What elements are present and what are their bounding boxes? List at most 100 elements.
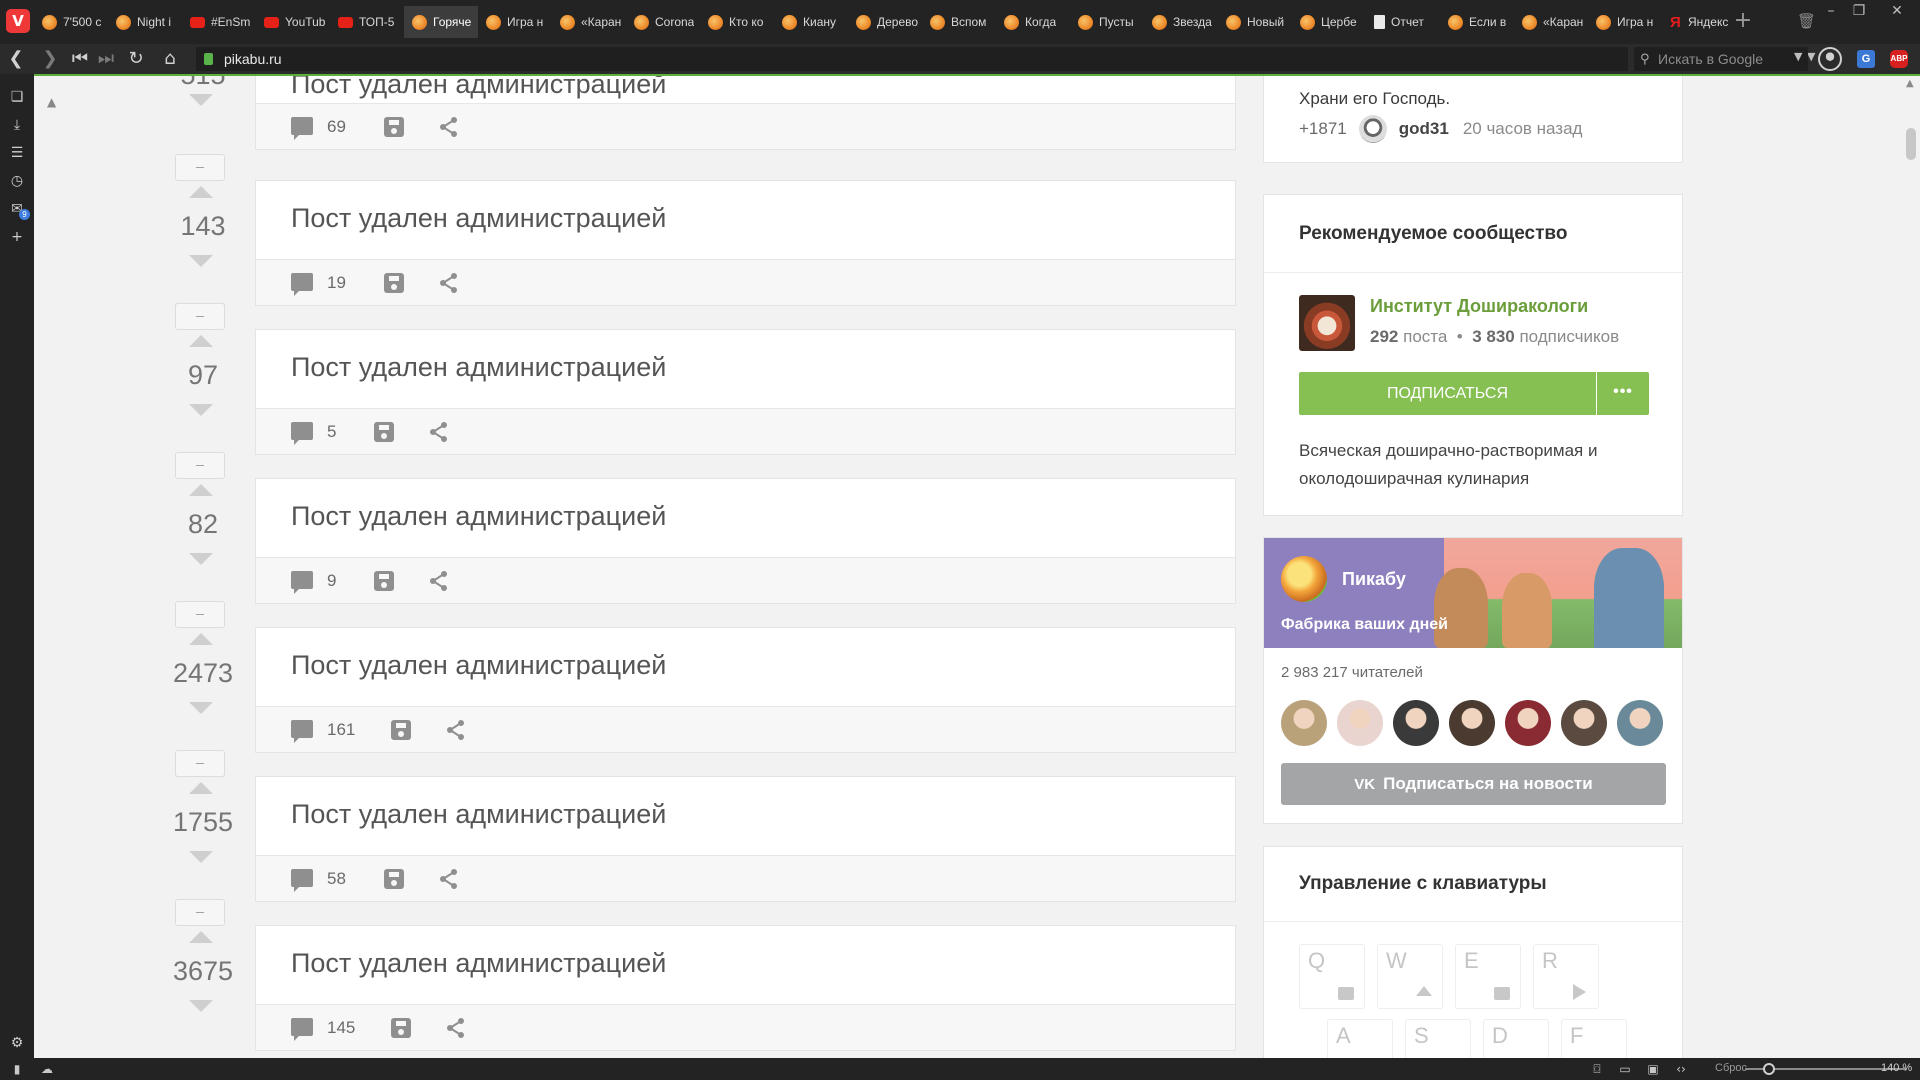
- browser-tab[interactable]: Отчет: [1366, 6, 1440, 38]
- tile-icon[interactable]: ▭: [1618, 1062, 1632, 1076]
- profile-icon[interactable]: [1818, 47, 1842, 71]
- browser-tab[interactable]: Corona: [626, 6, 700, 38]
- pikabu-logo[interactable]: [1281, 556, 1327, 602]
- vote-minus-button[interactable]: –: [175, 899, 225, 926]
- comment-icon[interactable]: [291, 869, 313, 892]
- comment-icon[interactable]: [291, 117, 313, 140]
- vote-down-icon[interactable]: [189, 702, 213, 714]
- vote-down-icon[interactable]: [189, 94, 213, 106]
- fast-forward-icon[interactable]: ⏭: [94, 49, 118, 69]
- browser-tab[interactable]: Цербе: [1292, 6, 1366, 38]
- save-icon[interactable]: [384, 869, 404, 889]
- browser-tab[interactable]: Дерево: [848, 6, 922, 38]
- vote-down-icon[interactable]: [189, 255, 213, 267]
- browser-tab[interactable]: Если в: [1440, 6, 1514, 38]
- save-icon[interactable]: [384, 273, 404, 293]
- comment-count[interactable]: 9: [327, 571, 336, 591]
- save-icon[interactable]: [374, 571, 394, 591]
- reader-avatar[interactable]: [1449, 700, 1495, 746]
- community-name[interactable]: Институт Доширакологи: [1370, 296, 1588, 317]
- vote-down-icon[interactable]: [189, 851, 213, 863]
- browser-tab[interactable]: Когда: [996, 6, 1070, 38]
- vote-up-icon[interactable]: [189, 335, 213, 347]
- browser-tab[interactable]: Вспом: [922, 6, 996, 38]
- browser-tab[interactable]: «Каран: [1514, 6, 1588, 38]
- vote-down-icon[interactable]: [189, 404, 213, 416]
- search-input[interactable]: [1658, 49, 1783, 69]
- zoom-reset-button[interactable]: Сброс: [1715, 1062, 1747, 1074]
- vk-banner[interactable]: Пикабу Фабрика ваших дней: [1264, 538, 1682, 648]
- post-title[interactable]: Пост удален администрацией: [291, 76, 666, 100]
- reload-icon[interactable]: ↻: [124, 49, 148, 69]
- browser-tab[interactable]: Я Яндекс: [1662, 6, 1736, 38]
- save-icon[interactable]: [391, 1018, 411, 1038]
- post-title[interactable]: Пост удален администрацией: [291, 203, 666, 234]
- reader-avatar[interactable]: [1337, 700, 1383, 746]
- post-card[interactable]: Пост удален администрацией 161: [255, 627, 1236, 753]
- comment-icon[interactable]: [291, 273, 313, 296]
- comment-icon[interactable]: [291, 1018, 313, 1041]
- browser-tab[interactable]: 7'500 с: [34, 6, 108, 38]
- reader-avatar[interactable]: [1281, 700, 1327, 746]
- save-icon[interactable]: [391, 720, 411, 740]
- vote-down-icon[interactable]: [189, 1000, 213, 1012]
- vote-minus-button[interactable]: –: [175, 601, 225, 628]
- vote-down-icon[interactable]: [189, 553, 213, 565]
- reader-avatar[interactable]: [1561, 700, 1607, 746]
- browser-tab[interactable]: Новый: [1218, 6, 1292, 38]
- browser-tab[interactable]: Night i: [108, 6, 182, 38]
- vote-minus-button[interactable]: –: [175, 452, 225, 479]
- history-panel-icon[interactable]: ◷: [8, 172, 26, 190]
- panel-toggle-icon[interactable]: ▮: [10, 1062, 24, 1076]
- post-title[interactable]: Пост удален администрацией: [291, 501, 666, 532]
- forward-icon[interactable]: ❯: [38, 49, 62, 69]
- browser-tab[interactable]: Пусты: [1070, 6, 1144, 38]
- code-icon[interactable]: ‹›: [1674, 1062, 1688, 1076]
- settings-gear-icon[interactable]: ⚙: [8, 1034, 26, 1052]
- search-field[interactable]: ⚲ ▼: [1634, 47, 1808, 71]
- community-avatar[interactable]: [1299, 295, 1355, 351]
- vote-up-icon[interactable]: [189, 186, 213, 198]
- post-card[interactable]: Пост удален администрацией 69: [255, 76, 1236, 150]
- reader-avatar[interactable]: [1617, 700, 1663, 746]
- adblock-icon[interactable]: ABP: [1890, 50, 1908, 68]
- more-options-button[interactable]: •••: [1597, 372, 1649, 415]
- browser-tab[interactable]: YouTub: [256, 6, 330, 38]
- vote-up-icon[interactable]: [189, 931, 213, 943]
- downloads-panel-icon[interactable]: ⤓: [8, 116, 26, 134]
- chevron-down-icon[interactable]: ▼: [1807, 50, 1815, 63]
- vote-up-icon[interactable]: [189, 633, 213, 645]
- comment-count[interactable]: 145: [327, 1018, 355, 1038]
- scroll-up-arrow-icon[interactable]: ▲: [1906, 78, 1914, 89]
- page-scrollbar[interactable]: ▲: [1902, 76, 1920, 1058]
- url-field[interactable]: pikabu.ru ▼: [196, 47, 1815, 71]
- post-title[interactable]: Пост удален администрацией: [291, 799, 666, 830]
- comment-count[interactable]: 19: [327, 273, 346, 293]
- browser-tab[interactable]: Киану: [774, 6, 848, 38]
- post-card[interactable]: Пост удален администрацией 145: [255, 925, 1236, 1051]
- share-icon[interactable]: [438, 116, 460, 138]
- post-card[interactable]: Пост удален администрацией 5: [255, 329, 1236, 455]
- back-icon[interactable]: ❮: [4, 49, 28, 69]
- browser-tab[interactable]: #EnSm: [182, 6, 256, 38]
- comment-icon[interactable]: [291, 422, 313, 445]
- browser-tab[interactable]: Звезда: [1144, 6, 1218, 38]
- notes-panel-icon[interactable]: ☰: [8, 144, 26, 162]
- avatar[interactable]: [1358, 115, 1387, 143]
- comment-count[interactable]: 5: [327, 422, 336, 442]
- scrollbar-thumb[interactable]: [1906, 128, 1916, 160]
- image-icon[interactable]: ▣: [1646, 1062, 1660, 1076]
- translate-icon[interactable]: G: [1857, 50, 1875, 68]
- chevron-down-icon[interactable]: ▼: [1794, 50, 1802, 63]
- url-text[interactable]: pikabu.ru: [224, 51, 282, 67]
- comment-time[interactable]: 20 часов назад: [1463, 119, 1583, 139]
- post-title[interactable]: Пост удален администрацией: [291, 948, 666, 979]
- browser-tab[interactable]: Игра н: [478, 6, 552, 38]
- rewind-icon[interactable]: ⏮: [68, 49, 92, 69]
- scroll-up-icon[interactable]: ▲: [47, 95, 56, 109]
- comment-count[interactable]: 161: [327, 720, 355, 740]
- home-icon[interactable]: ⌂: [158, 49, 182, 69]
- vote-up-icon[interactable]: [189, 782, 213, 794]
- post-title[interactable]: Пост удален администрацией: [291, 352, 666, 383]
- vk-subscribe-button[interactable]: VK Подписаться на новости: [1281, 763, 1666, 805]
